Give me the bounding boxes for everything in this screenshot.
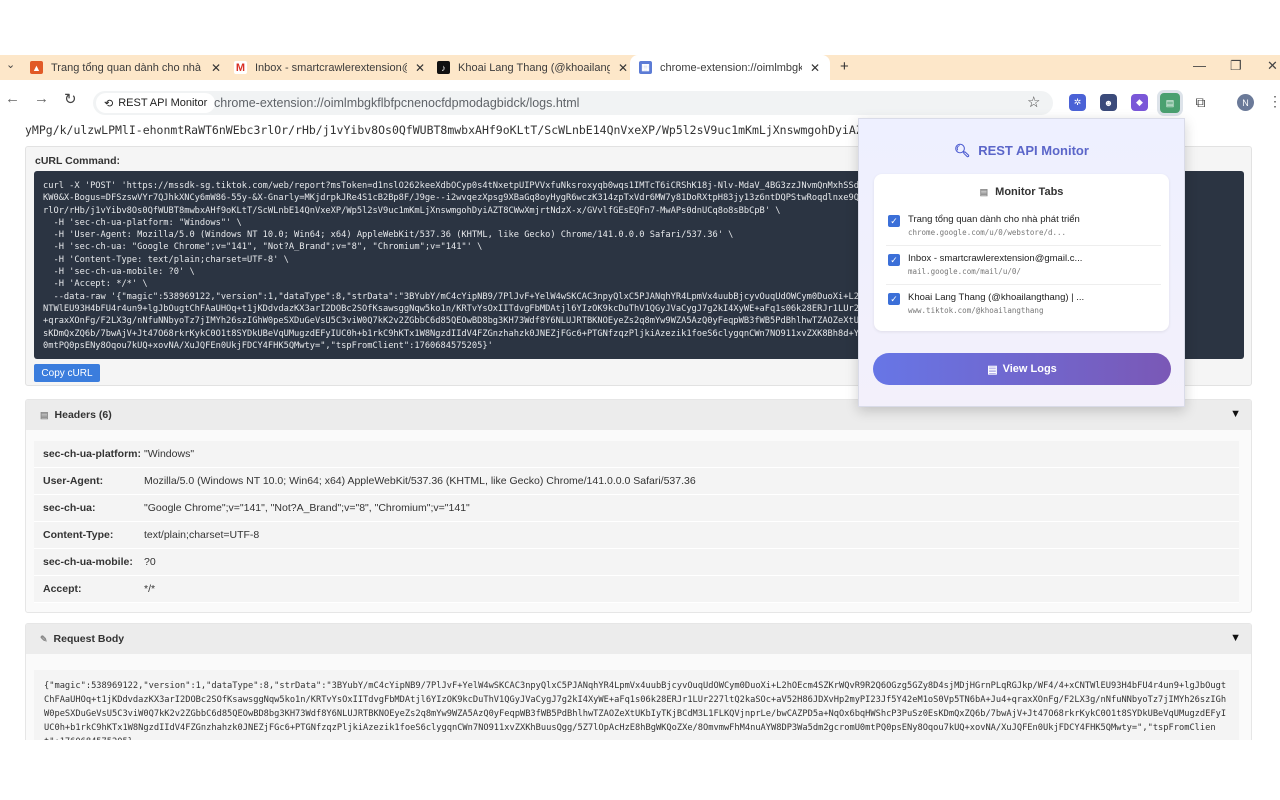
header-row: sec-ch-ua-mobile: ?0 xyxy=(34,549,1239,576)
tab-title: Inbox - smartcrawlerextension@ xyxy=(255,61,407,74)
headers-title: Headers (6) xyxy=(54,409,112,421)
divider xyxy=(886,284,1161,285)
document-icon: ▤ xyxy=(979,187,989,197)
header-row: Content-Type: text/plain;charset=UTF-8 xyxy=(34,522,1239,549)
tab-close-icon[interactable]: ✕ xyxy=(810,61,820,75)
magnifier-icon: 🔍︎ xyxy=(954,143,971,158)
view-logs-button[interactable]: ▤ View Logs xyxy=(873,353,1171,385)
tab-close-icon[interactable]: ✕ xyxy=(211,61,221,75)
header-name: Accept: xyxy=(43,583,82,595)
tab-close-icon[interactable]: ✕ xyxy=(618,61,628,75)
new-tab-button[interactable]: + xyxy=(840,58,849,75)
extension-popup: 🔍︎ REST API Monitor ▤ Monitor Tabs ✓ Tra… xyxy=(858,118,1185,407)
site-info-chip[interactable]: ⟲ REST API Monitor xyxy=(96,93,216,113)
tab-search-chevron-icon[interactable]: ⌄ xyxy=(6,58,15,71)
gmail-icon: M xyxy=(234,61,247,74)
headers-section: ▤ Headers (6) ▼ sec-ch-ua-platform: "Win… xyxy=(25,399,1252,613)
request-body-code: {"magic":538969122,"version":1,"dataType… xyxy=(34,670,1239,740)
collapse-toggle-icon[interactable]: ▼ xyxy=(1230,632,1241,644)
headers-table: sec-ch-ua-platform: "Windows" User-Agent… xyxy=(34,441,1239,603)
ai-extension-icon[interactable]: ◆ xyxy=(1131,94,1148,111)
header-row: sec-ch-ua-platform: "Windows" xyxy=(34,441,1239,468)
header-name: User-Agent: xyxy=(43,475,104,487)
url-text[interactable]: chrome-extension://oimlmbgkflbfpcnenocfd… xyxy=(214,96,579,110)
header-name: sec-ch-ua-mobile: xyxy=(43,556,133,568)
collapse-toggle-icon[interactable]: ▼ xyxy=(1230,408,1241,420)
monitor-tab-item[interactable]: ✓ Khoai Lang Thang (@khoailangthang) | .… xyxy=(886,289,1161,327)
tab-extension-logs[interactable]: ▦ chrome-extension://oimlmbgkfl ✕ xyxy=(630,55,830,80)
bookmark-star-icon[interactable]: ☆ xyxy=(1027,93,1040,111)
popup-title-text: REST API Monitor xyxy=(978,143,1089,158)
tab-title: chrome-extension://oimlmbgkfl xyxy=(660,61,802,74)
header-row: Accept: */* xyxy=(34,576,1239,603)
header-value: ?0 xyxy=(144,556,156,568)
clipboard-icon: ▤ xyxy=(40,409,49,420)
header-value: text/plain;charset=UTF-8 xyxy=(144,529,260,541)
extensions-puzzle-icon[interactable]: ⧉ xyxy=(1192,94,1209,111)
monitor-tabs-title: ▤ Monitor Tabs xyxy=(874,186,1169,198)
copy-curl-button[interactable]: Copy cURL xyxy=(34,364,100,382)
request-body-text: {"magic":538969122,"version":1,"dataType… xyxy=(44,681,1227,740)
tab-gmail-inbox[interactable]: M Inbox - smartcrawlerextension@ ✕ xyxy=(234,55,429,80)
monitor-tab-url: mail.google.com/mail/u/0/ xyxy=(908,267,1021,276)
popup-title: 🔍︎ REST API Monitor xyxy=(859,143,1184,159)
header-value: */* xyxy=(144,583,156,595)
tab-webstore-dashboard[interactable]: ▲ Trang tổng quan dành cho nhà ✕ xyxy=(30,55,225,80)
tab-title: Trang tổng quan dành cho nhà xyxy=(51,61,202,74)
tiktok-icon: ♪ xyxy=(437,61,450,74)
header-row: User-Agent: Mozilla/5.0 (Windows NT 10.0… xyxy=(34,468,1239,495)
puzzle-icon: ⟲ xyxy=(104,97,114,110)
curl-title: cURL Command: xyxy=(35,155,120,167)
webstore-icon: ▲ xyxy=(30,61,43,74)
view-logs-label: View Logs xyxy=(1002,363,1057,375)
browser-menu-icon[interactable]: ⋮ xyxy=(1268,93,1280,110)
checkbox-checked[interactable]: ✓ xyxy=(888,215,900,227)
site-chip-label: REST API Monitor xyxy=(118,97,208,109)
header-value: "Google Chrome";v="141", "Not?A_Brand";v… xyxy=(144,502,470,514)
header-row: sec-ch-ua: "Google Chrome";v="141", "Not… xyxy=(34,495,1239,522)
maximize-button[interactable]: ❐ xyxy=(1230,58,1242,74)
clipboard-icon: ▤ xyxy=(987,363,998,376)
request-body-header[interactable]: ✎ Request Body ▼ xyxy=(26,624,1251,654)
monitor-tab-title: Khoai Lang Thang (@khoailangthang) | ... xyxy=(908,292,1085,303)
extension-page-icon: ▦ xyxy=(639,61,652,74)
rest-monitor-extension-icon[interactable]: ▤ xyxy=(1160,93,1180,113)
tab-title: Khoai Lang Thang (@khoailang xyxy=(458,61,610,74)
monitor-tab-url: www.tiktok.com/@khoailangthang xyxy=(908,306,1044,315)
monitor-tab-item[interactable]: ✓ Inbox - smartcrawlerextension@gmail.c.… xyxy=(886,250,1161,288)
monitor-tabs-panel: ▤ Monitor Tabs ✓ Trang tổng quan dành ch… xyxy=(874,174,1169,331)
header-name: sec-ch-ua: xyxy=(43,502,96,514)
divider xyxy=(886,245,1161,246)
monitor-tab-title: Inbox - smartcrawlerextension@gmail.c... xyxy=(908,253,1083,264)
window-close-button[interactable]: ✕ xyxy=(1267,58,1278,74)
tab-close-icon[interactable]: ✕ xyxy=(415,61,425,75)
request-body-section: ✎ Request Body ▼ {"magic":538969122,"ver… xyxy=(25,623,1252,740)
header-value: "Windows" xyxy=(144,448,195,460)
monitor-tab-item[interactable]: ✓ Trang tổng quan dành cho nhà phát triể… xyxy=(886,211,1161,249)
reload-button[interactable]: ↻ xyxy=(64,90,77,108)
checkbox-checked[interactable]: ✓ xyxy=(888,293,900,305)
back-button[interactable]: ← xyxy=(5,90,20,107)
header-name: sec-ch-ua-platform: xyxy=(43,448,142,460)
minimize-button[interactable]: — xyxy=(1193,58,1206,73)
request-body-title: Request Body xyxy=(53,633,125,645)
monitor-tab-url: chrome.google.com/u/0/webstore/d... xyxy=(908,228,1067,237)
pencil-icon: ✎ xyxy=(40,633,48,644)
monitor-tabs-title-text: Monitor Tabs xyxy=(995,186,1064,198)
request-url-line: yMPg/k/ulzwLPMlI-ehonmtRaWT6nWEbc3rlOr/r… xyxy=(25,123,912,137)
header-value: Mozilla/5.0 (Windows NT 10.0; Win64; x64… xyxy=(144,475,696,487)
header-name: Content-Type: xyxy=(43,529,114,541)
robot-extension-icon[interactable]: ☻ xyxy=(1100,94,1117,111)
forward-button[interactable]: → xyxy=(34,90,49,107)
profile-avatar[interactable]: N xyxy=(1237,94,1254,111)
gear-extension-icon[interactable]: ✲ xyxy=(1069,94,1086,111)
monitor-tab-title: Trang tổng quan dành cho nhà phát triển xyxy=(908,214,1080,225)
tab-tiktok[interactable]: ♪ Khoai Lang Thang (@khoailang ✕ xyxy=(437,55,632,80)
browser-window: ⌄ ▲ Trang tổng quan dành cho nhà ✕ M Inb… xyxy=(0,0,1280,800)
checkbox-checked[interactable]: ✓ xyxy=(888,254,900,266)
tab-strip: ⌄ ▲ Trang tổng quan dành cho nhà ✕ M Inb… xyxy=(0,55,1280,80)
